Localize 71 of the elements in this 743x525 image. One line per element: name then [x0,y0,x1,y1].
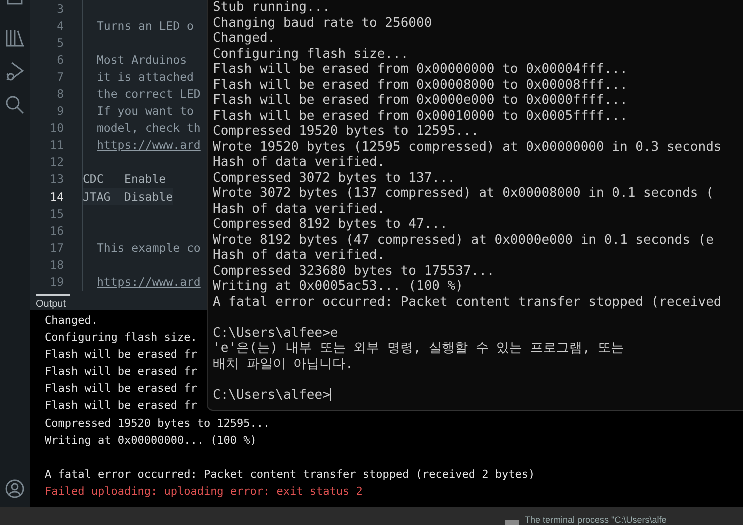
output-line: Flash will be erased fr [45,399,198,412]
terminal-line: Hash of data verified. [213,155,386,170]
terminal-prompt[interactable]: C:\Users\alfee> [213,388,330,402]
code-line: This example co [97,240,201,255]
code-line: it is attached [97,70,194,84]
line-number: 11 [49,138,65,152]
code-line: Most Arduinos [97,52,188,67]
code-line: If you want to [97,104,194,118]
account-icon[interactable] [5,479,25,499]
terminal-line: Stub running... [213,0,330,15]
line-number: 7 [56,70,65,84]
error-line: Failed uploading: uploading error: exit status 2 [45,484,363,498]
line-number: 10 [49,121,65,136]
terminal-line: Wrote 8192 bytes (47 compressed) at 0x0000e000 in 0.1 seconds (e [213,232,714,248]
line-number: 9 [56,104,65,118]
library-icon[interactable] [5,27,25,47]
terminal-line: Wrote 3072 bytes (137 compressed) at 0x00008000 in 0.1 seconds ( [213,186,714,201]
terminal-line: Flash will be erased from 0x00008000 to 0x00008fff... [213,78,628,92]
terminal-line: Flash will be erased from 0x00010000 to 0x0005ffff... [213,108,628,124]
line-number: 8 [56,87,65,102]
terminal-line: 'e'은(는) 내부 또는 외부 명령, 실행할 수 있는 프로그램, 또는 [213,341,624,356]
line-number: 13 [49,172,65,186]
line-number: 6 [56,52,65,67]
line-number: 3 [56,2,65,16]
debug-icon[interactable] [5,61,25,81]
terminal-line: Configuring flash size... [213,46,409,62]
line-number: 5 [56,36,65,50]
output-line: Flash will be erased fr [45,382,198,396]
terminal-line: 배치 파일이 아닙니다. [213,356,354,372]
terminal-line: Wrote 19520 bytes (12595 compressed) at 0x00000000 in 0.3 seconds [213,140,722,154]
search-icon[interactable] [5,95,25,115]
terminal-line: Changing baud rate to 256000 [213,16,432,30]
terminal-line: Hash of data verified. [213,248,386,263]
line-number: 12 [49,155,65,170]
terminal-line: Writing at 0x0005ac53... (100 %) [213,279,464,294]
output-tab[interactable]: Output [36,294,70,308]
code-line: CDC Enable [83,172,166,186]
terminal-line: Changed. [213,31,276,46]
terminal-line: Hash of data verified. [213,202,386,216]
line-number: 17 [49,240,65,255]
code-link[interactable]: https://www.ard [97,138,201,152]
output-line: Changed. [45,314,98,327]
output-line: Flash will be erased fr [45,365,198,378]
code-line: model, check th [97,121,201,136]
terminal-line: A fatal error occurred: Packet content transfer stopped (received [213,294,722,310]
text-cursor [330,388,332,402]
output-line: Writing at 0x00000000... (100 %) [45,434,257,447]
terminal-line: Compressed 8192 bytes to 47... [213,217,448,232]
line-number: 19 [49,275,65,290]
notification-text: The terminal process "C:\Users\alfe [525,515,667,525]
line-number: 14 [49,190,65,204]
output-line: Flash will be erased fr [45,348,198,362]
code-line: JTAG Disable [83,190,174,204]
output-line: A fatal error occurred: Packet content transfer stopped (received 2 bytes) [45,468,536,481]
line-number: 4 [56,18,65,33]
output-line: Compressed 19520 bytes to 12595... [45,416,270,430]
terminal-icon [505,520,519,525]
line-number: 15 [49,206,65,221]
terminal-line: Flash will be erased from 0x0000e000 to 0x0000ffff... [213,93,628,108]
output-line: Configuring flash size. [45,331,198,344]
terminal-line: Compressed 19520 bytes to 12595... [213,124,480,139]
terminal-line: Flash will be erased from 0x00000000 to 0x00004fff... [213,62,628,77]
code-line: Turns an LED o [97,18,194,33]
terminal-line: Compressed 3072 bytes to 137... [213,170,456,186]
terminal-line: Compressed 323680 bytes to 175537... [213,264,495,278]
sketchbook-icon[interactable] [6,0,24,5]
code-line: the correct LED [97,87,201,102]
terminal-line: C:\Users\alfee>e [213,326,338,340]
line-number: 16 [49,224,65,238]
line-number: 18 [49,258,65,272]
code-link[interactable]: https://www.ard [97,275,201,290]
